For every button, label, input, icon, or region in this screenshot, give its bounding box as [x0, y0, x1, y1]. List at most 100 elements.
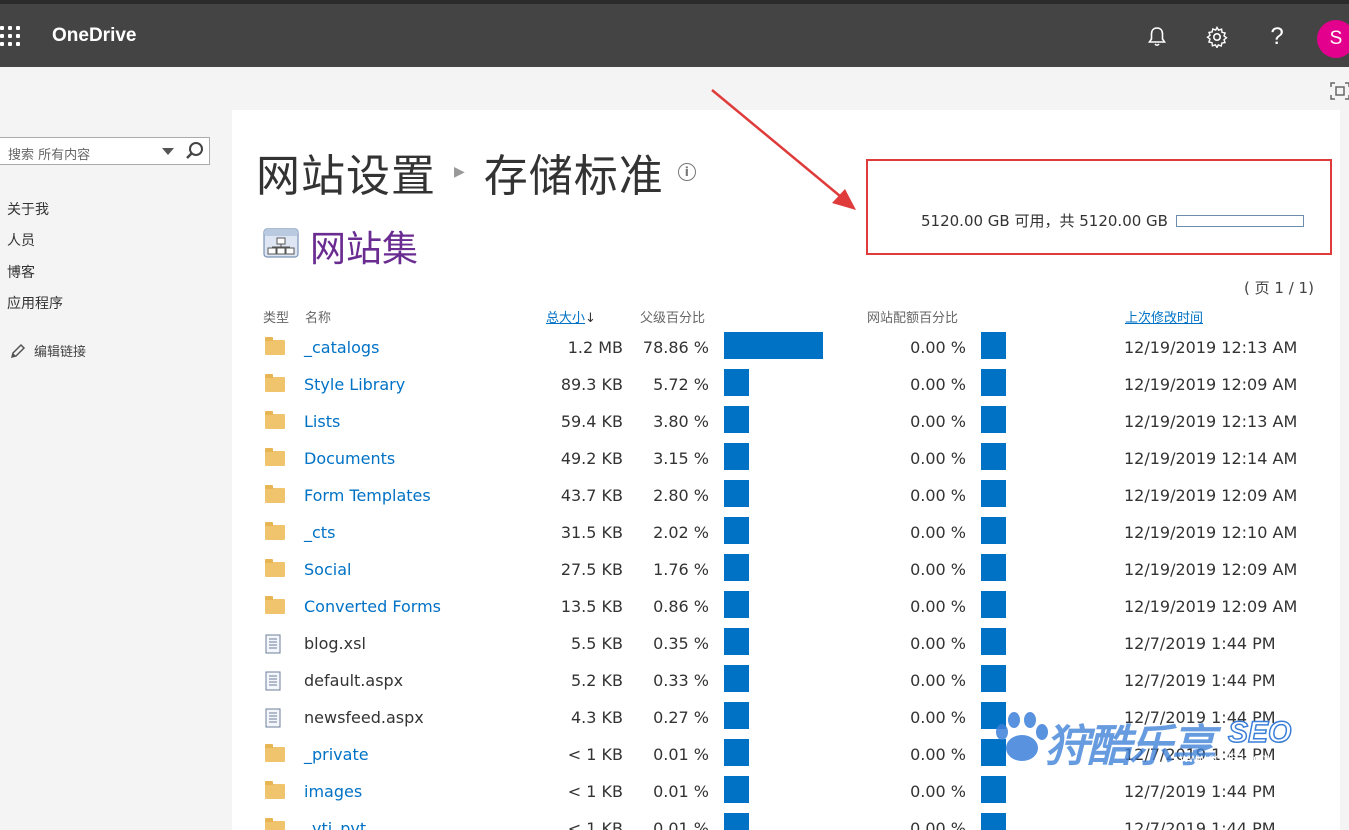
table-row: Form Templates 43.7 KB 2.80 % 0.00 % 12/19/2… — [232, 480, 1340, 517]
nav-item-about-me[interactable]: 关于我 — [7, 199, 49, 219]
item-quota-percent: 0.00 % — [910, 338, 966, 357]
left-navigation: 搜索 所有内容 关于我 人员 博客 应用程序 编辑链接 — [0, 110, 232, 830]
annotation-arrow — [711, 89, 856, 210]
item-name-link[interactable]: Social — [304, 560, 351, 579]
item-quota-percent: 0.00 % — [910, 708, 966, 727]
item-name-link[interactable]: Converted Forms — [304, 597, 441, 616]
watermark-logo: 狩酷乐享 SEO www.soul83.com — [990, 706, 1320, 772]
edit-links-button[interactable]: 编辑链接 — [10, 341, 86, 360]
item-name-link: default.aspx — [304, 671, 404, 690]
info-icon[interactable]: i — [677, 163, 696, 181]
site-collection-icon — [262, 225, 302, 263]
search-icon[interactable] — [184, 141, 206, 161]
item-quota-percent: 0.00 % — [910, 597, 966, 616]
column-header-total-size[interactable]: 总大小↓ — [546, 307, 596, 326]
item-name-link[interactable]: _cts — [304, 523, 335, 542]
item-name-link[interactable]: Lists — [304, 412, 340, 431]
item-size: 59.4 KB — [560, 412, 623, 431]
item-name-link[interactable]: _private — [304, 745, 369, 764]
app-launcher-icon[interactable] — [0, 26, 22, 48]
item-name-link[interactable]: Form Templates — [304, 486, 431, 505]
item-parent-percent: 0.01 % — [653, 745, 709, 764]
item-last-modified: 12/7/2019 1:44 PM — [1124, 671, 1276, 690]
search-input[interactable]: 搜索 所有内容 — [8, 144, 90, 163]
parent-percent-bar — [724, 480, 749, 507]
item-size: 31.5 KB — [560, 523, 623, 542]
folder-icon — [265, 744, 285, 763]
folder-icon — [265, 781, 285, 800]
item-last-modified: 12/7/2019 1:44 PM — [1124, 782, 1276, 801]
item-parent-percent: 78.86 % — [642, 338, 709, 357]
paw-print-icon — [996, 712, 1048, 761]
item-parent-percent: 0.33 % — [653, 671, 709, 690]
item-size: 89.3 KB — [560, 375, 623, 394]
user-avatar[interactable]: S — [1317, 20, 1349, 58]
item-quota-percent: 0.00 % — [910, 412, 966, 431]
table-row: _cts 31.5 KB 2.02 % 0.00 % 12/19/2019 12:10 … — [232, 517, 1340, 554]
item-size: 27.5 KB — [560, 560, 623, 579]
parent-percent-bar — [724, 591, 749, 618]
nav-item-apps[interactable]: 应用程序 — [7, 293, 63, 313]
watermark-url: www.soul83.com — [1180, 751, 1271, 765]
parent-percent-bar — [724, 369, 749, 396]
site-collection-title: 网站集 — [310, 229, 419, 270]
item-last-modified: 12/19/2019 12:09 AM — [1124, 597, 1298, 616]
item-last-modified: 12/7/2019 1:44 PM — [1124, 819, 1276, 830]
item-size: < 1 KB — [567, 782, 623, 801]
item-quota-percent: 0.00 % — [910, 634, 966, 653]
item-name-link[interactable]: _vti_pvt — [304, 819, 366, 830]
parent-percent-bar — [724, 554, 749, 581]
item-last-modified: 12/7/2019 1:44 PM — [1124, 634, 1276, 653]
file-icon — [265, 708, 285, 728]
file-icon — [265, 634, 285, 654]
pagination-indicator: ( 页 1 / 1) — [1244, 279, 1314, 297]
quota-progress-bar — [1175, 214, 1304, 227]
column-header-quota-percent[interactable]: 网站配额百分比 — [867, 307, 958, 326]
search-box[interactable]: 搜索 所有内容 — [0, 137, 210, 165]
item-size: 5.5 KB — [571, 634, 623, 653]
item-name-link[interactable]: Style Library — [304, 375, 405, 394]
item-name-link[interactable]: _catalogs — [304, 338, 379, 357]
folder-icon — [265, 818, 285, 830]
settings-gear-icon[interactable] — [1202, 22, 1232, 52]
breadcrumb-parent[interactable]: 网站设置 — [256, 140, 436, 204]
folder-icon — [265, 337, 285, 356]
notifications-bell-icon[interactable] — [1142, 22, 1172, 52]
parent-percent-bar — [724, 702, 749, 729]
item-size: 1.2 MB — [567, 338, 623, 357]
item-parent-percent: 5.72 % — [653, 375, 709, 394]
table-row: Converted Forms 13.5 KB 0.86 % 0.00 % 12/19/… — [232, 591, 1340, 628]
item-size: < 1 KB — [567, 745, 623, 764]
item-parent-percent: 0.27 % — [653, 708, 709, 727]
item-parent-percent: 0.01 % — [653, 782, 709, 801]
item-quota-percent: 0.00 % — [910, 819, 966, 830]
help-question-icon[interactable]: ? — [1262, 22, 1292, 52]
item-quota-percent: 0.00 % — [910, 449, 966, 468]
column-header-last-modified[interactable]: 上次修改时间 — [1125, 307, 1203, 326]
focus-mode-icon[interactable] — [1330, 82, 1349, 100]
parent-percent-bar — [724, 776, 749, 803]
item-name-link[interactable]: Documents — [304, 449, 395, 468]
parent-percent-bar — [724, 813, 749, 830]
item-last-modified: 12/19/2019 12:09 AM — [1124, 375, 1298, 394]
nav-item-people[interactable]: 人员 — [7, 230, 35, 250]
item-quota-percent: 0.00 % — [910, 671, 966, 690]
item-parent-percent: 0.86 % — [653, 597, 709, 616]
quota-percent-bar — [981, 406, 1006, 433]
item-last-modified: 12/19/2019 12:13 AM — [1124, 338, 1298, 357]
nav-item-blog[interactable]: 博客 — [7, 262, 35, 282]
search-scope-dropdown-icon[interactable] — [162, 148, 174, 155]
column-header-parent-percent[interactable]: 父级百分比 — [640, 307, 705, 326]
folder-icon — [265, 485, 285, 504]
item-last-modified: 12/19/2019 12:13 AM — [1124, 412, 1298, 431]
column-header-name[interactable]: 名称 — [305, 307, 331, 326]
quota-percent-bar — [981, 591, 1006, 618]
item-name-link[interactable]: images — [304, 782, 362, 801]
app-title[interactable]: OneDrive — [52, 25, 136, 47]
item-last-modified: 12/19/2019 12:10 AM — [1124, 523, 1298, 542]
sort-descending-icon: ↓ — [585, 311, 596, 326]
parent-percent-bar — [724, 332, 823, 359]
item-last-modified: 12/19/2019 12:09 AM — [1124, 486, 1298, 505]
breadcrumb-separator-icon: ▶ — [454, 164, 466, 180]
item-size: < 1 KB — [567, 819, 623, 830]
